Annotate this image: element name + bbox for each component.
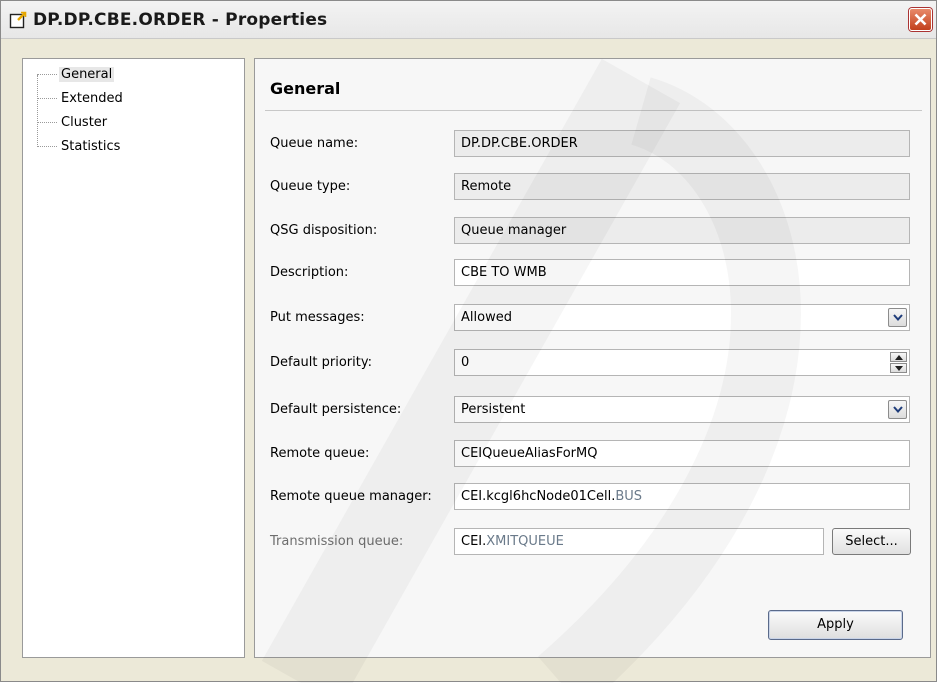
dropdown-button[interactable] xyxy=(888,308,907,327)
default-priority-spinner[interactable]: 0 xyxy=(454,349,910,376)
dropdown-button[interactable] xyxy=(888,400,907,419)
remote-queue-label: Remote queue: xyxy=(270,446,370,461)
remote-queue-input[interactable]: CEIQueueAliasForMQ xyxy=(454,440,910,467)
section-divider xyxy=(265,110,922,111)
put-messages-select[interactable]: Allowed xyxy=(454,304,910,331)
queue-type-row: Queue type: Remote xyxy=(255,173,932,201)
default-persistence-label: Default persistence: xyxy=(270,402,402,417)
transmission-queue-value-suffix: XMITQUEUE xyxy=(486,534,564,549)
remote-queue-manager-row: Remote queue manager: CEI.kcgl6hcNode01C… xyxy=(255,483,932,511)
queue-type-field: Remote xyxy=(454,173,910,200)
remote-queue-manager-label: Remote queue manager: xyxy=(270,489,432,504)
default-priority-label: Default priority: xyxy=(270,355,372,370)
default-persistence-select[interactable]: Persistent xyxy=(454,396,910,423)
remote-queue-row: Remote queue: CEIQueueAliasForMQ xyxy=(255,440,932,468)
properties-icon xyxy=(9,11,27,29)
close-icon xyxy=(914,13,927,26)
description-row: Description: CBE TO WMB xyxy=(255,259,932,287)
window-title: DP.DP.CBE.ORDER - Properties xyxy=(33,10,328,30)
remote-queue-manager-input[interactable]: CEI.kcgl6hcNode01Cell.BUS xyxy=(454,483,910,510)
section-title: General xyxy=(270,79,341,98)
select-button[interactable]: Select... xyxy=(832,528,911,555)
chevron-down-icon xyxy=(893,406,903,413)
qsg-disposition-row: QSG disposition: Queue manager xyxy=(255,217,932,245)
default-persistence-value: Persistent xyxy=(461,402,526,417)
chevron-down-icon xyxy=(893,314,903,321)
tree-item-label: Statistics xyxy=(61,139,121,154)
spinner-buttons xyxy=(890,352,907,373)
tree-item-label: General xyxy=(59,67,115,82)
description-input[interactable]: CBE TO WMB xyxy=(454,259,910,286)
default-persistence-row: Default persistence: Persistent xyxy=(255,396,932,424)
put-messages-row: Put messages: Allowed xyxy=(255,304,932,332)
remote-queue-manager-value: CEI.kcgl6hcNode01Cell. xyxy=(461,489,616,504)
remote-queue-manager-value-suffix: BUS xyxy=(615,489,643,504)
queue-name-field: DP.DP.CBE.ORDER xyxy=(454,130,910,157)
general-panel: General Queue name: DP.DP.CBE.ORDER Queu… xyxy=(254,58,931,658)
put-messages-label: Put messages: xyxy=(270,310,365,325)
properties-window: DP.DP.CBE.ORDER - Properties General Ext… xyxy=(0,0,937,682)
qsg-disposition-label: QSG disposition: xyxy=(270,223,378,238)
arrow-down-icon xyxy=(895,366,903,371)
navigation-tree: General Extended Cluster Statistics xyxy=(22,58,245,658)
tree-item-label: Extended xyxy=(61,91,123,106)
queue-type-label: Queue type: xyxy=(270,179,351,194)
spinner-up-button[interactable] xyxy=(890,352,907,362)
transmission-queue-label: Transmission queue: xyxy=(270,534,404,549)
qsg-disposition-field: Queue manager xyxy=(454,217,910,244)
apply-button[interactable]: Apply xyxy=(768,610,903,640)
close-button[interactable] xyxy=(909,8,932,31)
transmission-queue-input[interactable]: CEI.XMITQUEUE xyxy=(454,528,824,555)
tree-item-label: Cluster xyxy=(61,115,108,130)
queue-name-label: Queue name: xyxy=(270,136,359,151)
title-bar[interactable]: DP.DP.CBE.ORDER - Properties xyxy=(1,1,936,39)
spinner-down-button[interactable] xyxy=(890,363,907,373)
default-priority-row: Default priority: 0 xyxy=(255,349,932,377)
tree-connector-line xyxy=(37,75,38,147)
transmission-queue-value: CEI. xyxy=(461,534,487,549)
transmission-queue-row: Transmission queue: CEI.XMITQUEUE Select… xyxy=(255,528,932,556)
description-label: Description: xyxy=(270,265,349,280)
queue-name-row: Queue name: DP.DP.CBE.ORDER xyxy=(255,130,932,158)
arrow-up-icon xyxy=(895,355,903,360)
default-priority-value: 0 xyxy=(461,355,470,370)
put-messages-value: Allowed xyxy=(461,310,512,325)
